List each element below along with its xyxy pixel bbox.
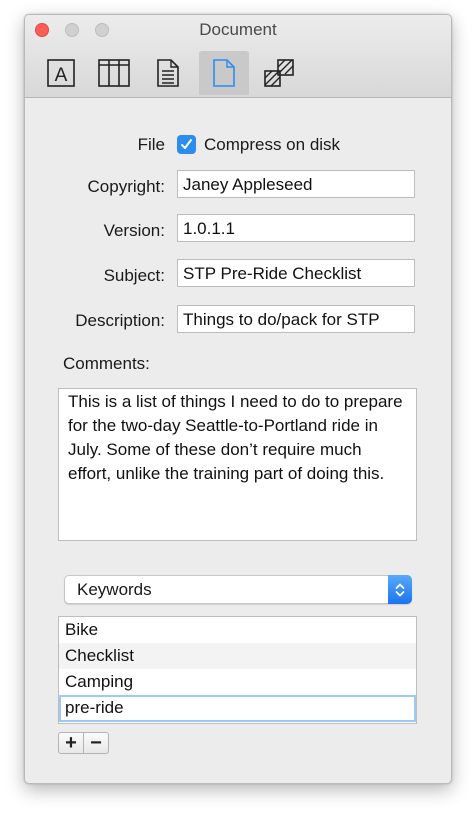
plus-icon: + bbox=[65, 731, 77, 754]
compress-label[interactable]: Compress on disk bbox=[204, 135, 340, 155]
comments-textarea[interactable]: This is a list of things I need to do to… bbox=[58, 388, 417, 541]
popup-arrows-icon bbox=[388, 575, 412, 604]
list-item[interactable]: Bike bbox=[59, 617, 416, 643]
svg-text:A: A bbox=[55, 65, 68, 86]
document-text-icon bbox=[157, 59, 179, 87]
keywords-popup-label: Keywords bbox=[77, 580, 152, 599]
checkmark-icon bbox=[181, 139, 192, 149]
subject-label: Subject: bbox=[103, 266, 165, 285]
minus-icon: − bbox=[90, 731, 102, 754]
description-field[interactable]: Things to do/pack for STP bbox=[177, 305, 415, 333]
comments-label: Comments: bbox=[63, 354, 150, 373]
subject-field[interactable]: STP Pre-Ride Checklist bbox=[177, 259, 415, 287]
version-label: Version: bbox=[103, 221, 165, 240]
file-label: File bbox=[137, 135, 165, 154]
compress-checkbox[interactable] bbox=[177, 135, 196, 154]
keyword-edit-field[interactable]: pre-ride bbox=[59, 695, 416, 722]
copyright-field[interactable]: Janey Appleseed bbox=[177, 170, 415, 198]
document-inspector-window: Document A File Compress on disk Copyrig… bbox=[24, 14, 452, 784]
list-item[interactable]: Camping bbox=[59, 669, 416, 695]
tab-document-text[interactable] bbox=[143, 51, 193, 95]
tab-document[interactable] bbox=[199, 51, 249, 95]
tab-pattern[interactable] bbox=[254, 51, 304, 95]
keywords-list[interactable]: Bike Checklist Camping pre-ride bbox=[58, 616, 417, 724]
description-label: Description: bbox=[75, 311, 165, 330]
tab-text-style[interactable]: A bbox=[36, 51, 86, 95]
window-title: Document bbox=[199, 20, 277, 39]
add-keyword-button[interactable]: + bbox=[58, 732, 84, 754]
table-icon bbox=[98, 59, 130, 87]
keywords-popup[interactable]: Keywords bbox=[64, 575, 412, 604]
list-item[interactable]: Checklist bbox=[59, 643, 416, 669]
pattern-icon bbox=[264, 59, 294, 87]
copyright-label: Copyright: bbox=[87, 177, 165, 196]
version-field[interactable]: 1.0.1.1 bbox=[177, 214, 415, 242]
tab-table[interactable] bbox=[89, 51, 139, 95]
title-bar: Document A bbox=[25, 15, 451, 98]
document-page-icon bbox=[213, 59, 235, 87]
remove-keyword-button[interactable]: − bbox=[83, 732, 109, 754]
text-style-icon: A bbox=[47, 59, 75, 87]
